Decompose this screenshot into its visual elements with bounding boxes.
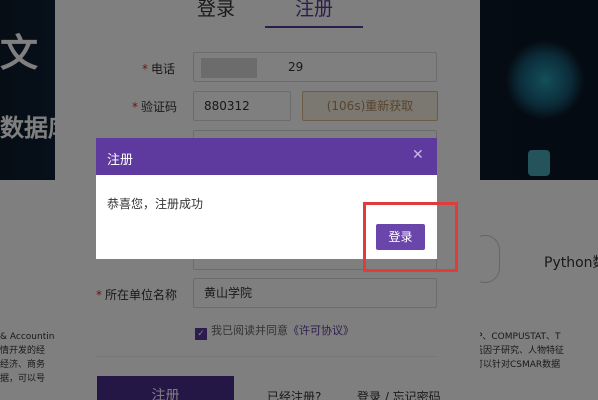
dialog-title: 注册 xyxy=(107,153,134,168)
close-icon[interactable]: ✕ xyxy=(412,148,424,162)
highlight-box xyxy=(363,202,458,272)
dialog-message: 恭喜您，注册成功 xyxy=(107,197,204,211)
dialog-header: 注册 ✕ xyxy=(96,138,437,175)
